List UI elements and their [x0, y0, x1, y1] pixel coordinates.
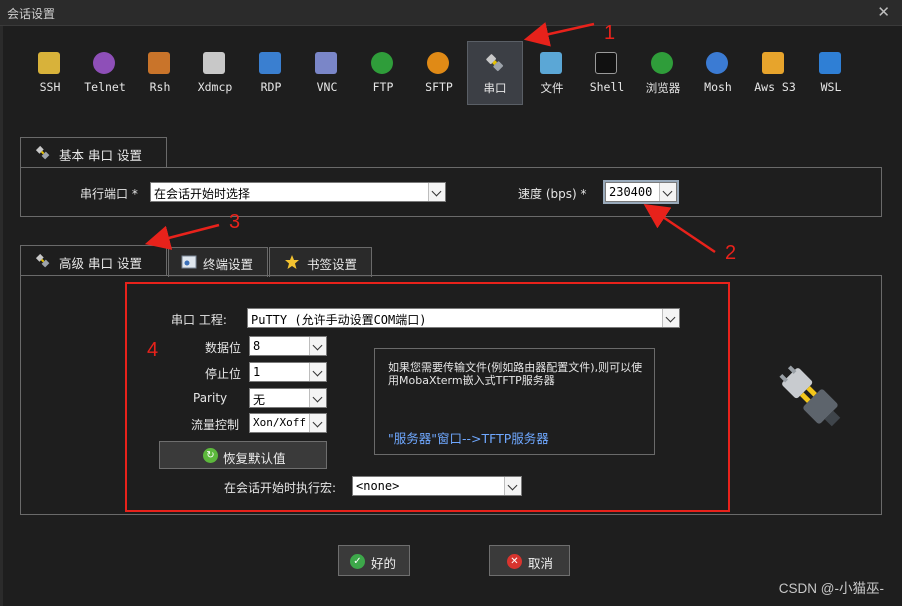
- watermark: CSDN @-小猫巫-: [778, 581, 884, 596]
- annotation-arrow-3: [144, 223, 220, 250]
- annotation-arrows: [144, 22, 716, 254]
- annotation-arrow-1: [523, 22, 595, 47]
- annotation-arrow-2: [643, 204, 716, 254]
